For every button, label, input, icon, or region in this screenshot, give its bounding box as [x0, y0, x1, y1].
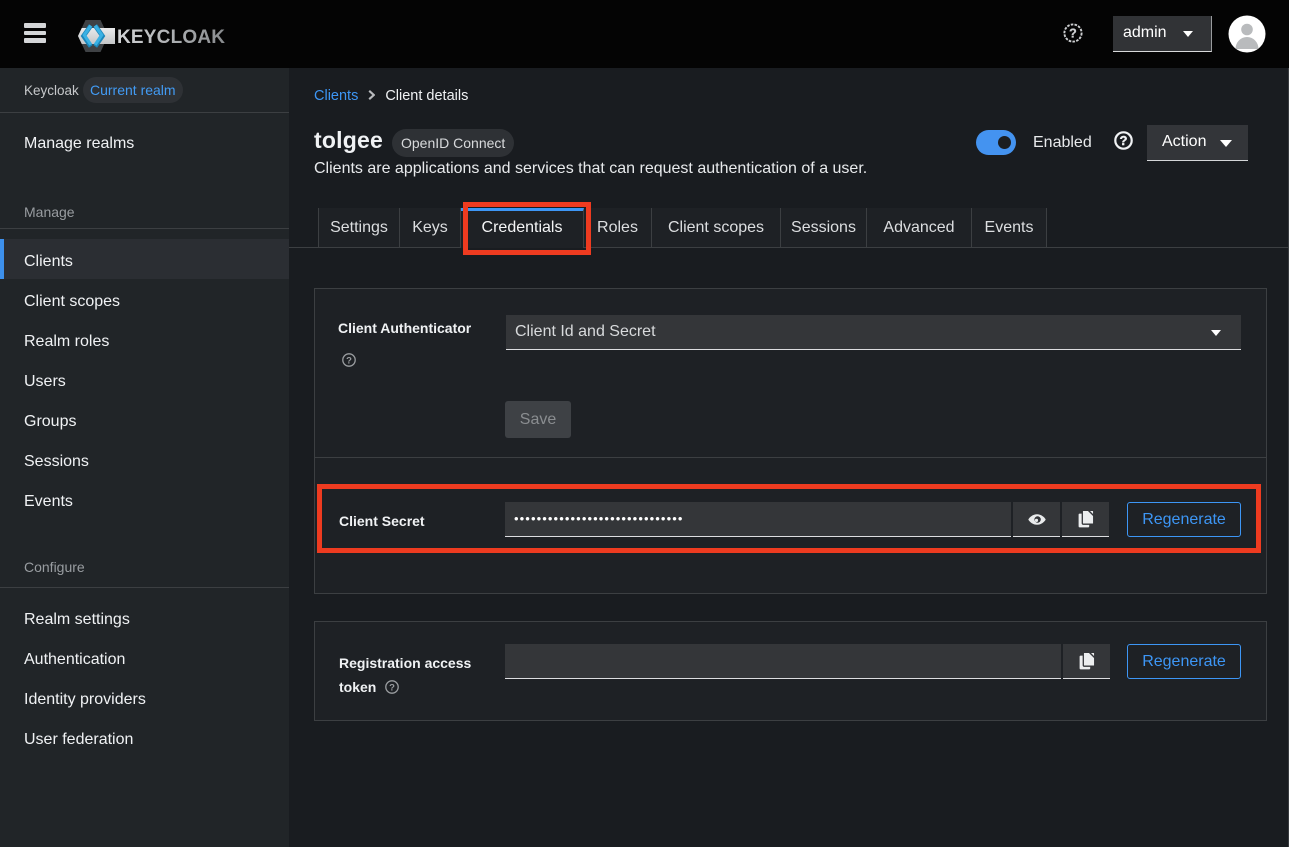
- svg-text:KEYCLOAK: KEYCLOAK: [117, 27, 225, 48]
- svg-text:?: ?: [1069, 26, 1077, 40]
- svg-text:?: ?: [346, 356, 352, 367]
- svg-text:?: ?: [1120, 133, 1128, 148]
- svg-text:?: ?: [389, 683, 395, 694]
